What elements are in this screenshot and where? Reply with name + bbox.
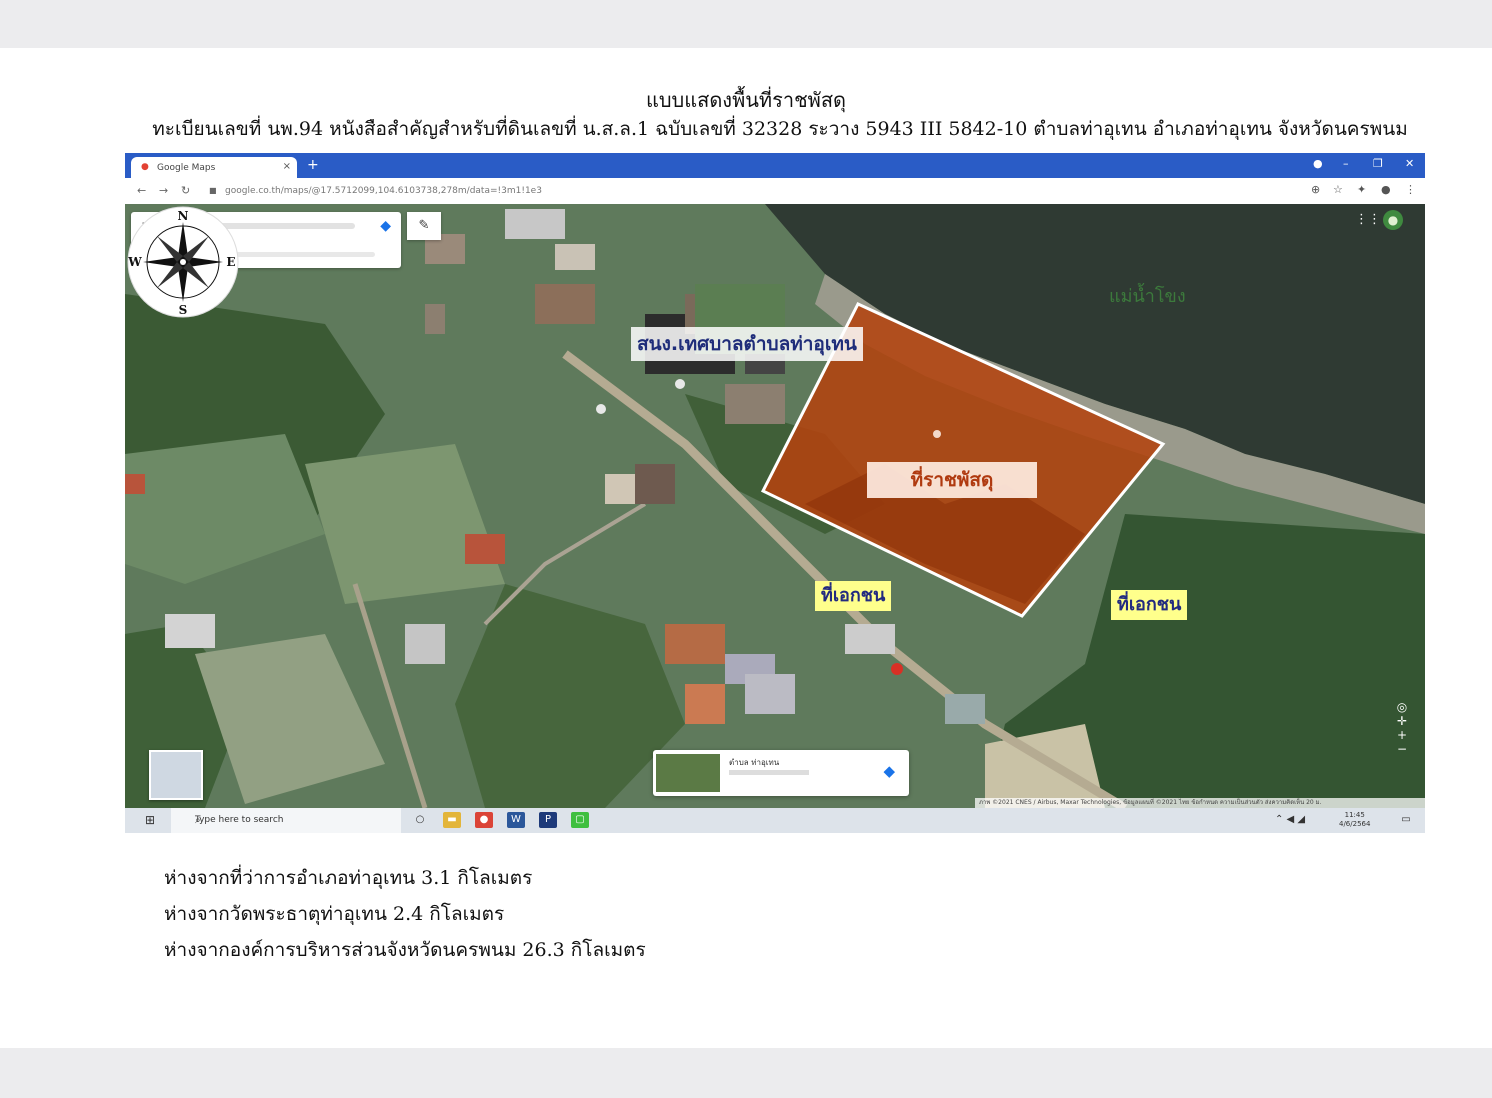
place-card[interactable]: ตำบล ท่าอุเทน ◆ <box>653 750 909 796</box>
word-icon[interactable]: W <box>507 812 525 828</box>
browser-titlebar: ● Google Maps × + ● – ❐ ✕ <box>125 153 1425 178</box>
apps-grid-icon[interactable]: ⋮⋮ <box>1355 212 1381 227</box>
satellite-map[interactable]: ≡ ◆ ⌄ ✎ ⋮⋮ ● N S E W แม่น้ำโขง สนง.เ <box>125 204 1425 808</box>
system-tray-icons[interactable]: ⌃ ◀ ◢ <box>1275 812 1335 828</box>
taskbar-search-placeholder: Type here to search <box>195 815 284 825</box>
share-icon[interactable]: ⊕ <box>1311 183 1320 196</box>
compass-n: N <box>178 209 189 223</box>
taskbar-search[interactable]: ⌕ Type here to search <box>171 808 401 833</box>
compass-rose-icon: N S E W <box>127 206 239 318</box>
maximize-button[interactable]: ❐ <box>1373 157 1383 170</box>
private-land-label-right: ที่เอกชน <box>1111 590 1188 620</box>
document-subtitle: ทะเบียนเลขที่ นพ.94 หนังสือสำคัญสำหรับที… <box>152 118 1408 140</box>
url-field[interactable]: google.co.th/maps/@17.5712099,104.610373… <box>225 186 542 196</box>
compass-w: W <box>127 255 142 269</box>
chrome-icon[interactable]: ● <box>475 812 493 828</box>
tab-title: Google Maps <box>157 163 216 173</box>
extensions-icon[interactable]: ✦ <box>1357 183 1366 196</box>
distance-line-2: ห่างจากวัดพระธาตุท่าอุเทน 2.4 กิโลเมตร <box>164 903 505 925</box>
lock-icon: ■ <box>209 186 217 195</box>
reload-icon[interactable]: ↻ <box>181 184 190 197</box>
private-land-label-left: ที่เอกชน <box>815 581 892 611</box>
distance-line-1: ห่างจากที่ว่าการอำเภอท่าอุเทน 3.1 กิโลเม… <box>164 867 533 889</box>
distance-line-3: ห่างจากองค์การบริหารส่วนจังหวัดนครพนม 26… <box>164 939 646 961</box>
star-icon[interactable]: ☆ <box>1333 183 1343 196</box>
browser-tab[interactable]: ● Google Maps × <box>131 157 297 178</box>
account-icon[interactable]: ● <box>1381 183 1391 196</box>
clock-date: 4/6/2564 <box>1339 820 1371 828</box>
back-icon[interactable]: ← <box>137 184 146 197</box>
line-icon[interactable]: ▢ <box>571 812 589 828</box>
account-avatar-icon[interactable]: ● <box>1383 210 1403 230</box>
profile-dot-icon[interactable]: ● <box>1313 157 1323 170</box>
river-label: แม่น้ำโขง <box>1109 286 1186 307</box>
cortana-icon[interactable]: ○ <box>411 812 429 828</box>
address-bar: ← → ↻ ■ google.co.th/maps/@17.5712099,10… <box>125 178 1425 204</box>
document-title: แบบแสดงพื้นที่ราชพัสดุ <box>645 88 847 112</box>
file-explorer-icon[interactable]: ▬ <box>443 812 461 828</box>
place-card-subtitle <box>729 770 809 775</box>
kebab-menu-icon[interactable]: ⋮ <box>1405 183 1416 196</box>
state-land-label: ที่ราชพัสดุ <box>867 462 1037 498</box>
new-tab-button[interactable]: + <box>307 157 319 173</box>
forward-icon[interactable]: → <box>159 184 168 197</box>
windows-taskbar: ⊞ ⌕ Type here to search ○ ▬ ● W P ▢ ⌃ ◀ … <box>125 808 1425 833</box>
map-screenshot: ● Google Maps × + ● – ❐ ✕ ← → ↻ ■ google… <box>125 153 1425 833</box>
map-attribution: ภาพ ©2021 CNES / Airbus, Maxar Technolog… <box>975 798 1425 808</box>
place-thumbnail <box>656 754 720 792</box>
system-clock[interactable]: 11:45 4/6/2564 <box>1339 811 1370 829</box>
clock-time: 11:45 <box>1344 811 1365 819</box>
tab-close-icon[interactable]: × <box>283 161 291 172</box>
photoshop-icon[interactable]: P <box>539 812 557 828</box>
minimize-button[interactable]: – <box>1343 157 1349 170</box>
place-card-title: ตำบล ท่าอุเทน <box>729 758 780 767</box>
zoom-controls[interactable]: ◎ ✛ + − <box>1389 700 1415 796</box>
close-window-button[interactable]: ✕ <box>1405 157 1414 170</box>
layers-toggle[interactable] <box>149 750 203 800</box>
map-pin-icon: ● <box>141 162 149 172</box>
office-label: สนง.เทศบาลตำบลท่าอุเทน <box>631 327 863 361</box>
compass-s: S <box>179 303 188 317</box>
pen-icon[interactable]: ✎ <box>407 212 441 240</box>
satellite-imagery <box>125 204 1425 808</box>
notifications-icon[interactable]: ▭ <box>1397 812 1415 828</box>
directions-icon[interactable]: ◆ <box>380 218 391 234</box>
compass-e: E <box>226 255 235 269</box>
directions-icon[interactable]: ◆ <box>883 762 895 780</box>
windows-start-icon[interactable]: ⊞ <box>145 813 155 827</box>
